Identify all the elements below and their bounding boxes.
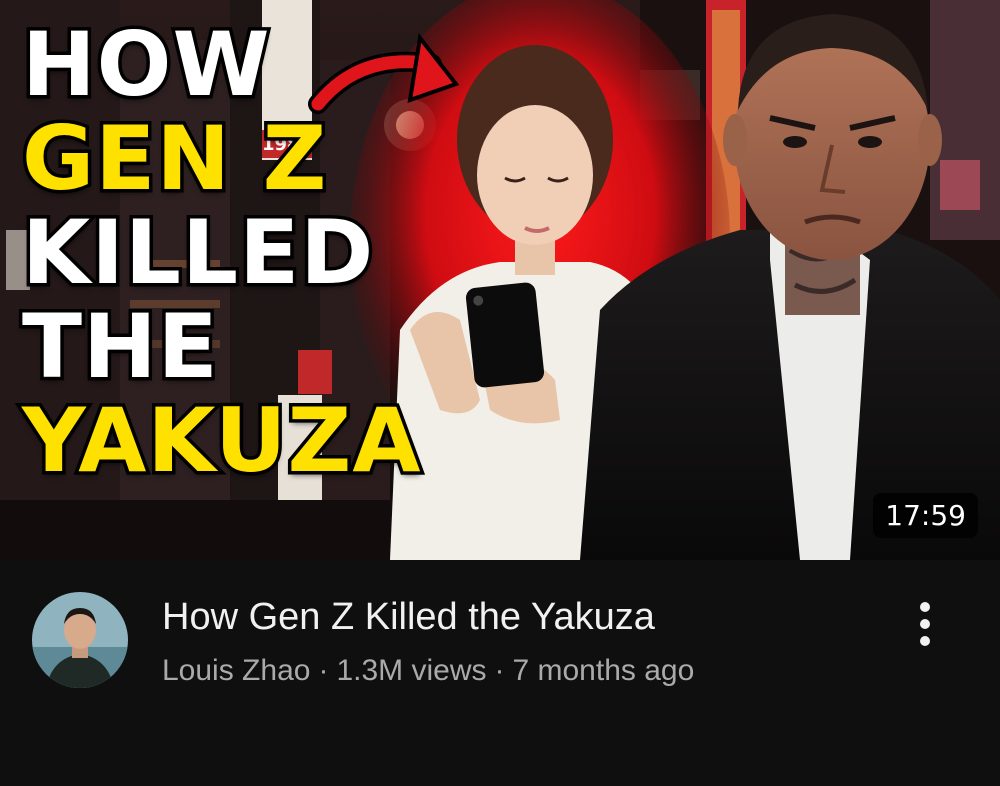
headline-line: KILLED bbox=[18, 201, 376, 304]
video-thumbnail[interactable]: 1980 HOW GEN Z KILLED THE YAKUZA 17:59 bbox=[0, 0, 1000, 560]
channel-name[interactable]: Louis Zhao bbox=[162, 654, 310, 687]
video-subline: Louis Zhao · 1.3M views · 7 months ago bbox=[162, 654, 694, 688]
video-duration-badge: 17:59 bbox=[873, 493, 978, 538]
headline-line: THE bbox=[18, 295, 221, 398]
separator-dot: · bbox=[494, 654, 505, 687]
thumbnail-headline: HOW GEN Z KILLED THE YAKUZA bbox=[18, 13, 423, 492]
more-vert-icon bbox=[920, 602, 930, 612]
avatar-image bbox=[32, 592, 128, 688]
video-meta-row: How Gen Z Killed the Yakuza Louis Zhao · 1… bbox=[0, 560, 1000, 786]
more-options-button[interactable] bbox=[900, 596, 950, 652]
headline-line: YAKUZA bbox=[18, 389, 423, 492]
separator-dot: · bbox=[318, 654, 329, 687]
headline-line: HOW bbox=[18, 13, 273, 116]
view-count: 1.3M views bbox=[336, 654, 487, 687]
more-vert-icon bbox=[920, 636, 930, 646]
upload-age: 7 months ago bbox=[512, 654, 695, 687]
channel-avatar[interactable] bbox=[32, 592, 128, 688]
video-title[interactable]: How Gen Z Killed the Yakuza bbox=[162, 596, 655, 639]
headline-line: GEN Z bbox=[18, 107, 329, 210]
more-vert-icon bbox=[920, 619, 930, 629]
